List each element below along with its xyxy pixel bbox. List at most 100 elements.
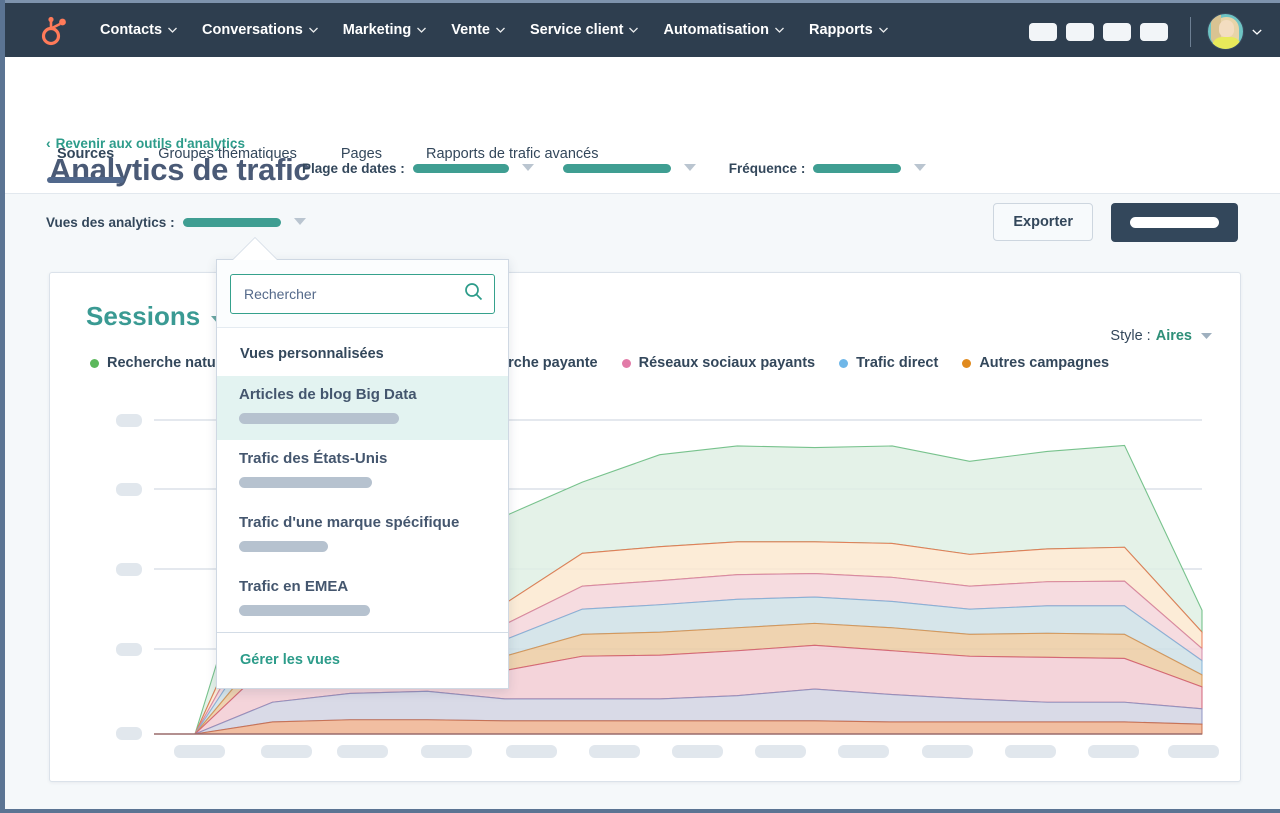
chevron-down-icon [168, 27, 178, 33]
dropdown-item-trafic-des-etats-unis[interactable]: Trafic des États-Unis [217, 440, 508, 504]
avatar[interactable] [1207, 13, 1244, 50]
tab-label: Pages [340, 146, 382, 162]
legend-item-autres-campagnes[interactable]: Autres campagnes [962, 355, 1109, 371]
tab-label: Sources [57, 146, 115, 162]
x-axis-tick-label [922, 745, 973, 758]
nav-item-label: Rapports [809, 22, 873, 38]
analytics-views-label: Vues des analytics : [46, 214, 175, 230]
chevron-down-icon[interactable] [293, 213, 307, 231]
tab-label: Groupes thématiques [158, 146, 297, 162]
nav-item-label: Contacts [100, 22, 163, 38]
x-axis-tick-label [174, 745, 225, 758]
chevron-down-icon [629, 27, 639, 33]
chevron-down-icon [775, 27, 784, 33]
dropdown-arrow [233, 238, 277, 260]
chart-metric-selector[interactable]: Sessions [86, 301, 226, 332]
legend-label: Trafic direct [856, 355, 939, 371]
x-axis-tick-label [838, 745, 889, 758]
chart-style-label: Style : [1110, 328, 1151, 344]
search-icon[interactable] [464, 282, 483, 306]
dropdown-item-subtext-placeholder [239, 413, 399, 424]
nav-item-automatisation[interactable]: Automatisation [663, 22, 784, 38]
nav-item-label: Marketing [342, 22, 412, 38]
top-navigation-bar: Contacts Conversations Marketing Vente S… [5, 0, 1280, 57]
search-field[interactable] [230, 274, 495, 314]
x-axis-tick-label [755, 745, 806, 758]
chevron-down-icon [417, 27, 427, 33]
chevron-down-icon [878, 27, 888, 33]
chevron-down-icon [308, 27, 318, 33]
analytics-views-dropdown: Vues personnalisées Articles de blog Big… [216, 259, 509, 689]
primary-action-label-placeholder [1130, 217, 1219, 228]
tab-rapports-avances[interactable]: Rapports de trafic avancés [426, 146, 598, 176]
dropdown-item-trafic-marque-specifique[interactable]: Trafic d'une marque spécifique [217, 504, 508, 568]
legend-color-dot [90, 358, 99, 368]
analytics-views-selector[interactable]: Vues des analytics : [46, 213, 307, 231]
chevron-down-icon[interactable] [1252, 29, 1262, 35]
primary-action-button[interactable] [1111, 203, 1238, 242]
dropdown-list: Vues personnalisées Articles de blog Big… [217, 328, 508, 632]
dropdown-heading: Vues personnalisées [240, 346, 384, 362]
export-button-label: Exporter [1013, 214, 1073, 230]
legend-color-dot [839, 358, 849, 368]
tab-sources[interactable]: Sources [46, 146, 125, 183]
nav-item-rapports[interactable]: Rapports [809, 22, 888, 38]
analytics-views-value[interactable] [182, 217, 281, 227]
legend-label: Autres campagnes [979, 355, 1110, 371]
manage-views-link[interactable]: Gérer les vues [240, 652, 340, 668]
chevron-down-icon [1200, 328, 1213, 344]
x-axis-tick-label [421, 745, 472, 758]
hubspot-logo-icon[interactable] [38, 13, 72, 47]
nav-divider [1190, 16, 1191, 47]
x-axis-tick-label [506, 745, 557, 758]
nav-right-group [1020, 3, 1262, 60]
dropdown-item-articles-de-blog-big-data[interactable]: Articles de blog Big Data [217, 376, 508, 440]
nav-action-placeholder[interactable] [1066, 22, 1094, 41]
nav-action-placeholder[interactable] [1029, 22, 1057, 41]
legend-item-reseaux-sociaux-payants[interactable]: Réseaux sociaux payants [621, 355, 816, 371]
dropdown-item-label: Trafic des États-Unis [239, 450, 388, 467]
chart-style-selector[interactable]: Style : Aires [1110, 328, 1213, 344]
dropdown-search-wrap [217, 260, 508, 328]
x-axis-tick-label [337, 745, 388, 758]
tab-pages[interactable]: Pages [341, 146, 382, 176]
chart-area-r-f-rences [194, 719, 1203, 735]
legend-color-dot [621, 358, 631, 368]
x-axis-tick-label [1088, 745, 1139, 758]
x-axis-tick-label [589, 745, 640, 758]
nav-item-label: Conversations [202, 22, 303, 38]
dropdown-item-subtext-placeholder [239, 541, 328, 552]
tab-groupes-thematiques[interactable]: Groupes thématiques [158, 146, 297, 176]
nav-action-placeholder[interactable] [1103, 22, 1131, 41]
chart-title: Sessions [86, 301, 201, 331]
nav-item-label: Service client [529, 22, 624, 38]
search-input[interactable] [242, 285, 464, 303]
dropdown-item-label: Trafic en EMEA [239, 578, 349, 595]
dropdown-item-label: Trafic d'une marque spécifique [239, 514, 460, 531]
nav-item-marketing[interactable]: Marketing [343, 22, 427, 38]
legend-item-trafic-direct[interactable]: Trafic direct [839, 355, 938, 371]
x-axis-tick-label [1005, 745, 1056, 758]
dropdown-item-subtext-placeholder [239, 477, 372, 488]
nav-item-vente[interactable]: Vente [451, 22, 505, 38]
tab-label: Rapports de trafic avancés [426, 146, 599, 162]
chevron-down-icon [496, 27, 505, 33]
legend-color-dot [962, 358, 972, 368]
dropdown-footer: Gérer les vues [217, 632, 508, 688]
nav-item-label: Vente [451, 22, 490, 38]
nav-item-conversations[interactable]: Conversations [202, 22, 318, 38]
export-button[interactable]: Exporter [993, 203, 1093, 241]
dropdown-item-trafic-en-emea[interactable]: Trafic en EMEA [217, 568, 508, 632]
dropdown-item-subtext-placeholder [239, 605, 370, 616]
nav-item-service-client[interactable]: Service client [530, 22, 639, 38]
nav-action-placeholder[interactable] [1140, 22, 1168, 41]
x-axis-tick-label [261, 745, 312, 758]
nav-item-contacts[interactable]: Contacts [100, 22, 178, 38]
chart-style-value: Aires [1155, 328, 1192, 344]
nav-items: Contacts Conversations Marketing Vente S… [100, 22, 913, 38]
legend-label: Réseaux sociaux payants [638, 355, 816, 371]
nav-item-label: Automatisation [663, 22, 769, 38]
tab-bar: Sources Groupes thématiques Pages Rappor… [5, 146, 1280, 194]
app-frame: Contacts Conversations Marketing Vente S… [0, 0, 1280, 813]
toolbar: Vues des analytics : Exporter [5, 195, 1280, 257]
